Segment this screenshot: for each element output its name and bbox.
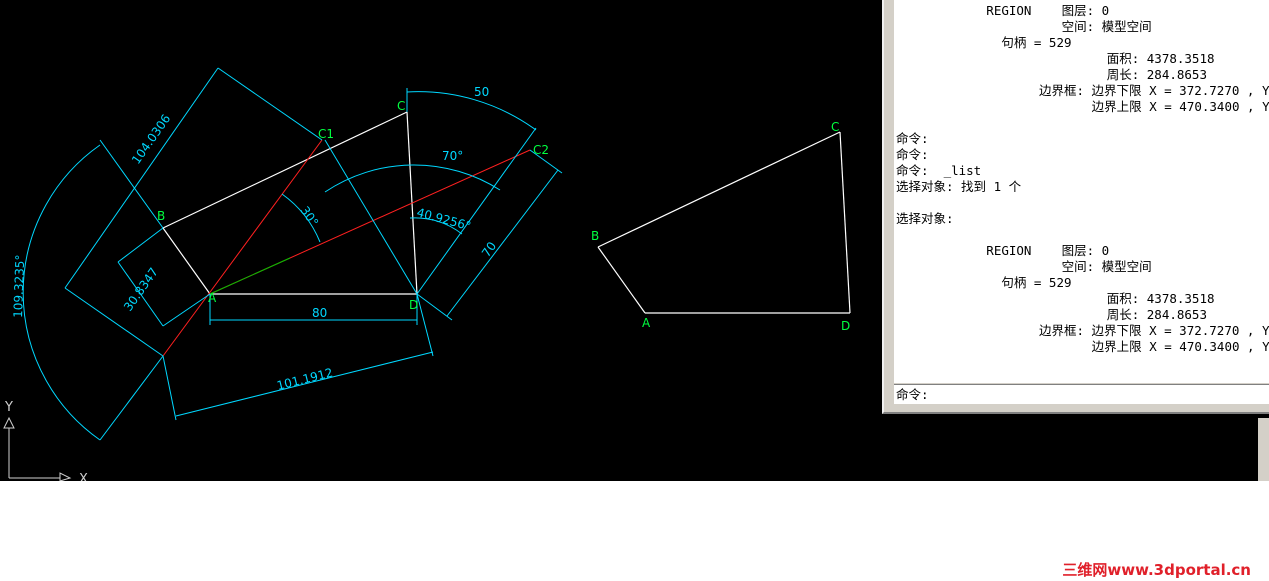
ucs-labels: Y X (4, 400, 88, 481)
ucs-y-label: Y (4, 400, 13, 415)
label-a-right: A (642, 316, 651, 330)
left-quadrilateral[interactable] (162, 111, 418, 295)
label-c2: C2 (533, 143, 549, 157)
ext-line-70a[interactable] (324, 139, 418, 295)
history-line: 周长: 284.8653 (896, 67, 1207, 82)
ext-line-b[interactable] (99, 139, 164, 229)
dim-text-50: 50 (474, 85, 489, 99)
history-line: 空间: 模型空间 (896, 19, 1152, 34)
dim-text-30deg: 30° (298, 204, 322, 229)
ext-line-101b[interactable] (416, 293, 434, 357)
dim-line-70r[interactable] (446, 169, 559, 317)
dim-line-104[interactable] (64, 67, 219, 289)
edge-c-b[interactable] (162, 111, 408, 229)
history-line: 选择对象: (896, 211, 954, 226)
history-line: 边界框: 边界下限 X = 372.7270 , Y = (896, 323, 1269, 338)
dim-text-70deg: 70° (442, 149, 463, 163)
dim-text-70r: 70 (479, 239, 499, 260)
ext-line-104b[interactable] (64, 287, 164, 357)
history-line: 边界上限 X = 470.3400 , Y = 18 (896, 99, 1269, 114)
history-line: 命令: (896, 131, 929, 146)
drawing-canvas[interactable]: 104.0306 109.3235° 30.8347 80 101.1912 3… (0, 0, 885, 481)
right-point-labels: A B C D (591, 120, 850, 333)
history-line: 周长: 284.8653 (896, 307, 1207, 322)
history-line: REGION 图层: 0 (896, 3, 1110, 18)
dim-text-80: 80 (312, 306, 327, 320)
dim-arc-109[interactable] (22, 144, 101, 441)
ucs-icon (3, 416, 72, 481)
ext-line-arc-bottom[interactable] (99, 355, 164, 441)
history-line: REGION 图层: 0 (896, 243, 1110, 258)
edge-a-b-right[interactable] (597, 246, 646, 314)
label-d-left: D (409, 298, 418, 312)
history-line: 命令: (896, 147, 929, 162)
watermark: 三维网www.3dportal.cn (1062, 561, 1251, 579)
history-line: 空间: 模型空间 (896, 259, 1152, 274)
history-line: 选择对象: 找到 1 个 (896, 179, 1022, 194)
history-line: 边界框: 边界下限 X = 372.7270 , Y = (896, 83, 1269, 98)
history-line: 边界上限 X = 470.3400 , Y = 18 (896, 339, 1269, 354)
right-quadrilateral[interactable] (597, 131, 851, 314)
label-b-right: B (591, 229, 599, 243)
dim-arc-50[interactable] (406, 91, 537, 131)
history-line: 命令: _list (896, 163, 982, 178)
edge-c-d-right[interactable] (839, 131, 851, 314)
red-line-c1[interactable] (162, 139, 323, 357)
ext-line-30b[interactable] (162, 293, 211, 327)
construction-lines[interactable] (162, 139, 531, 357)
label-c-right: C (831, 120, 839, 134)
label-b-left: B (157, 209, 165, 223)
dim-text-30-8: 30.8347 (121, 265, 161, 314)
history-line: 句柄 = 529 (896, 275, 1072, 290)
label-c1: C1 (318, 127, 334, 141)
ucs-x-label: X (79, 472, 88, 481)
ucs-y-arrow (3, 416, 15, 429)
label-c-left: C (397, 99, 405, 113)
dim-text-101: 101.1912 (275, 365, 334, 392)
text-window[interactable]: REGION 图层: 0 空间: 模型空间 句柄 = 529 面积: 4378.… (882, 0, 1269, 414)
edge-b-c-right[interactable] (597, 131, 841, 248)
dimension-texts: 104.0306 109.3235° 30.8347 80 101.1912 3… (11, 85, 499, 393)
dim-arc-70deg[interactable] (324, 164, 501, 193)
command-history[interactable]: REGION 图层: 0 空间: 模型空间 句柄 = 529 面积: 4378.… (894, 0, 1269, 383)
ucs-x-arrow (59, 472, 72, 481)
dim-text-109: 109.3235° (11, 254, 27, 318)
canvas-lower-right (882, 414, 1269, 481)
ext-line-101a[interactable] (162, 355, 177, 421)
command-input[interactable]: 命令: (894, 384, 1269, 404)
dim-text-40deg: 40.9256° (415, 205, 472, 233)
ext-line-104a[interactable] (217, 67, 323, 141)
label-d-right: D (841, 319, 850, 333)
history-line: 面积: 4378.3518 (896, 51, 1215, 66)
history-line: 句柄 = 529 (896, 35, 1072, 50)
left-point-labels: A B C D C1 C2 (157, 99, 549, 312)
dim-text-104: 104.0306 (129, 112, 173, 167)
window-edge (1258, 418, 1269, 481)
edge-b-a[interactable] (162, 227, 211, 295)
ext-line-30a[interactable] (117, 227, 164, 263)
label-a-left: A (208, 291, 217, 305)
history-line: 面积: 4378.3518 (896, 291, 1215, 306)
drawing-svg[interactable]: 104.0306 109.3235° 30.8347 80 101.1912 3… (0, 0, 885, 481)
